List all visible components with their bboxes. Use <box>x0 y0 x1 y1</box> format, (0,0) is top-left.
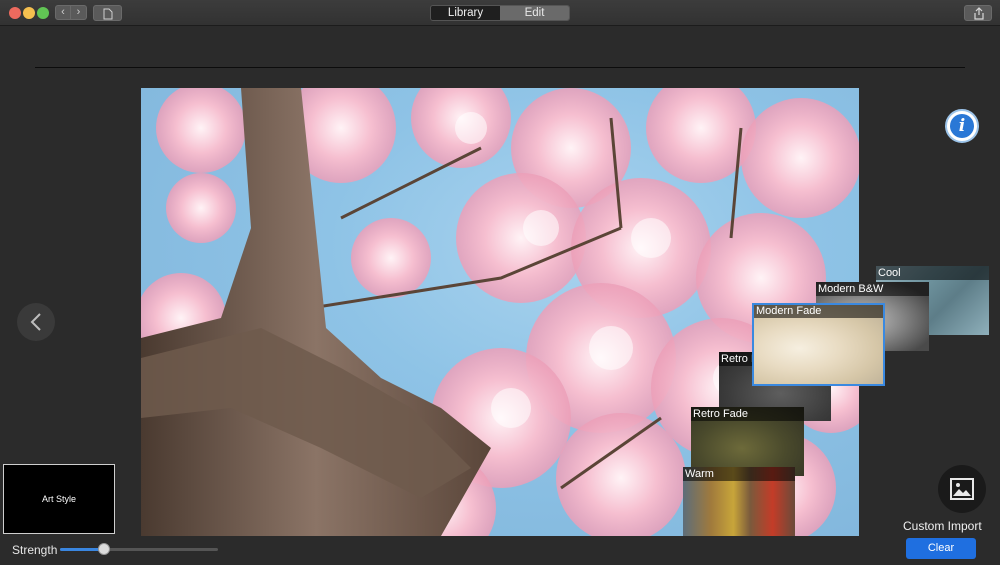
strength-label: Strength <box>12 543 58 557</box>
forward-button[interactable]: › <box>71 5 87 20</box>
filter-label: Modern Fade <box>754 305 883 318</box>
strength-slider[interactable] <box>60 543 218 555</box>
strength-slider-knob[interactable] <box>98 543 111 555</box>
info-button[interactable]: i <box>945 109 979 143</box>
maximize-window-button[interactable] <box>37 7 49 19</box>
minimize-window-button[interactable] <box>23 7 35 19</box>
document-icon <box>103 8 113 20</box>
divider <box>35 67 965 68</box>
art-style-preview[interactable]: Art Style <box>3 464 115 534</box>
close-window-button[interactable] <box>9 7 21 19</box>
info-icon: i <box>950 114 974 138</box>
window-titlebar: ‹ › Library Edit <box>0 0 1000 26</box>
tab-library[interactable]: Library <box>431 6 500 20</box>
custom-import-button[interactable] <box>938 465 986 513</box>
navigation-group: ‹ › <box>55 5 87 20</box>
clear-button[interactable]: Clear <box>906 538 976 559</box>
filter-label: Modern B&W <box>816 282 929 296</box>
view-tabs: Library Edit <box>430 5 570 21</box>
share-button[interactable] <box>964 5 992 21</box>
image-icon <box>950 478 974 500</box>
back-button[interactable]: ‹ <box>55 5 71 20</box>
custom-import-label: Custom Import <box>903 519 982 533</box>
previous-image-button[interactable] <box>17 303 55 341</box>
filter-warm[interactable]: Warm <box>683 467 795 536</box>
filter-label: Retro Fade <box>691 407 804 421</box>
filter-label: Warm <box>683 467 795 481</box>
chevron-left-icon <box>30 313 41 331</box>
filter-retro-fade[interactable]: Retro Fade <box>691 407 804 476</box>
tab-edit[interactable]: Edit <box>500 6 569 20</box>
filter-modern-fade-selected[interactable]: Modern Fade <box>752 303 885 386</box>
share-icon <box>974 7 984 20</box>
filter-label: Cool <box>876 266 989 280</box>
document-button[interactable] <box>93 5 122 21</box>
art-style-label: Art Style <box>41 494 76 504</box>
